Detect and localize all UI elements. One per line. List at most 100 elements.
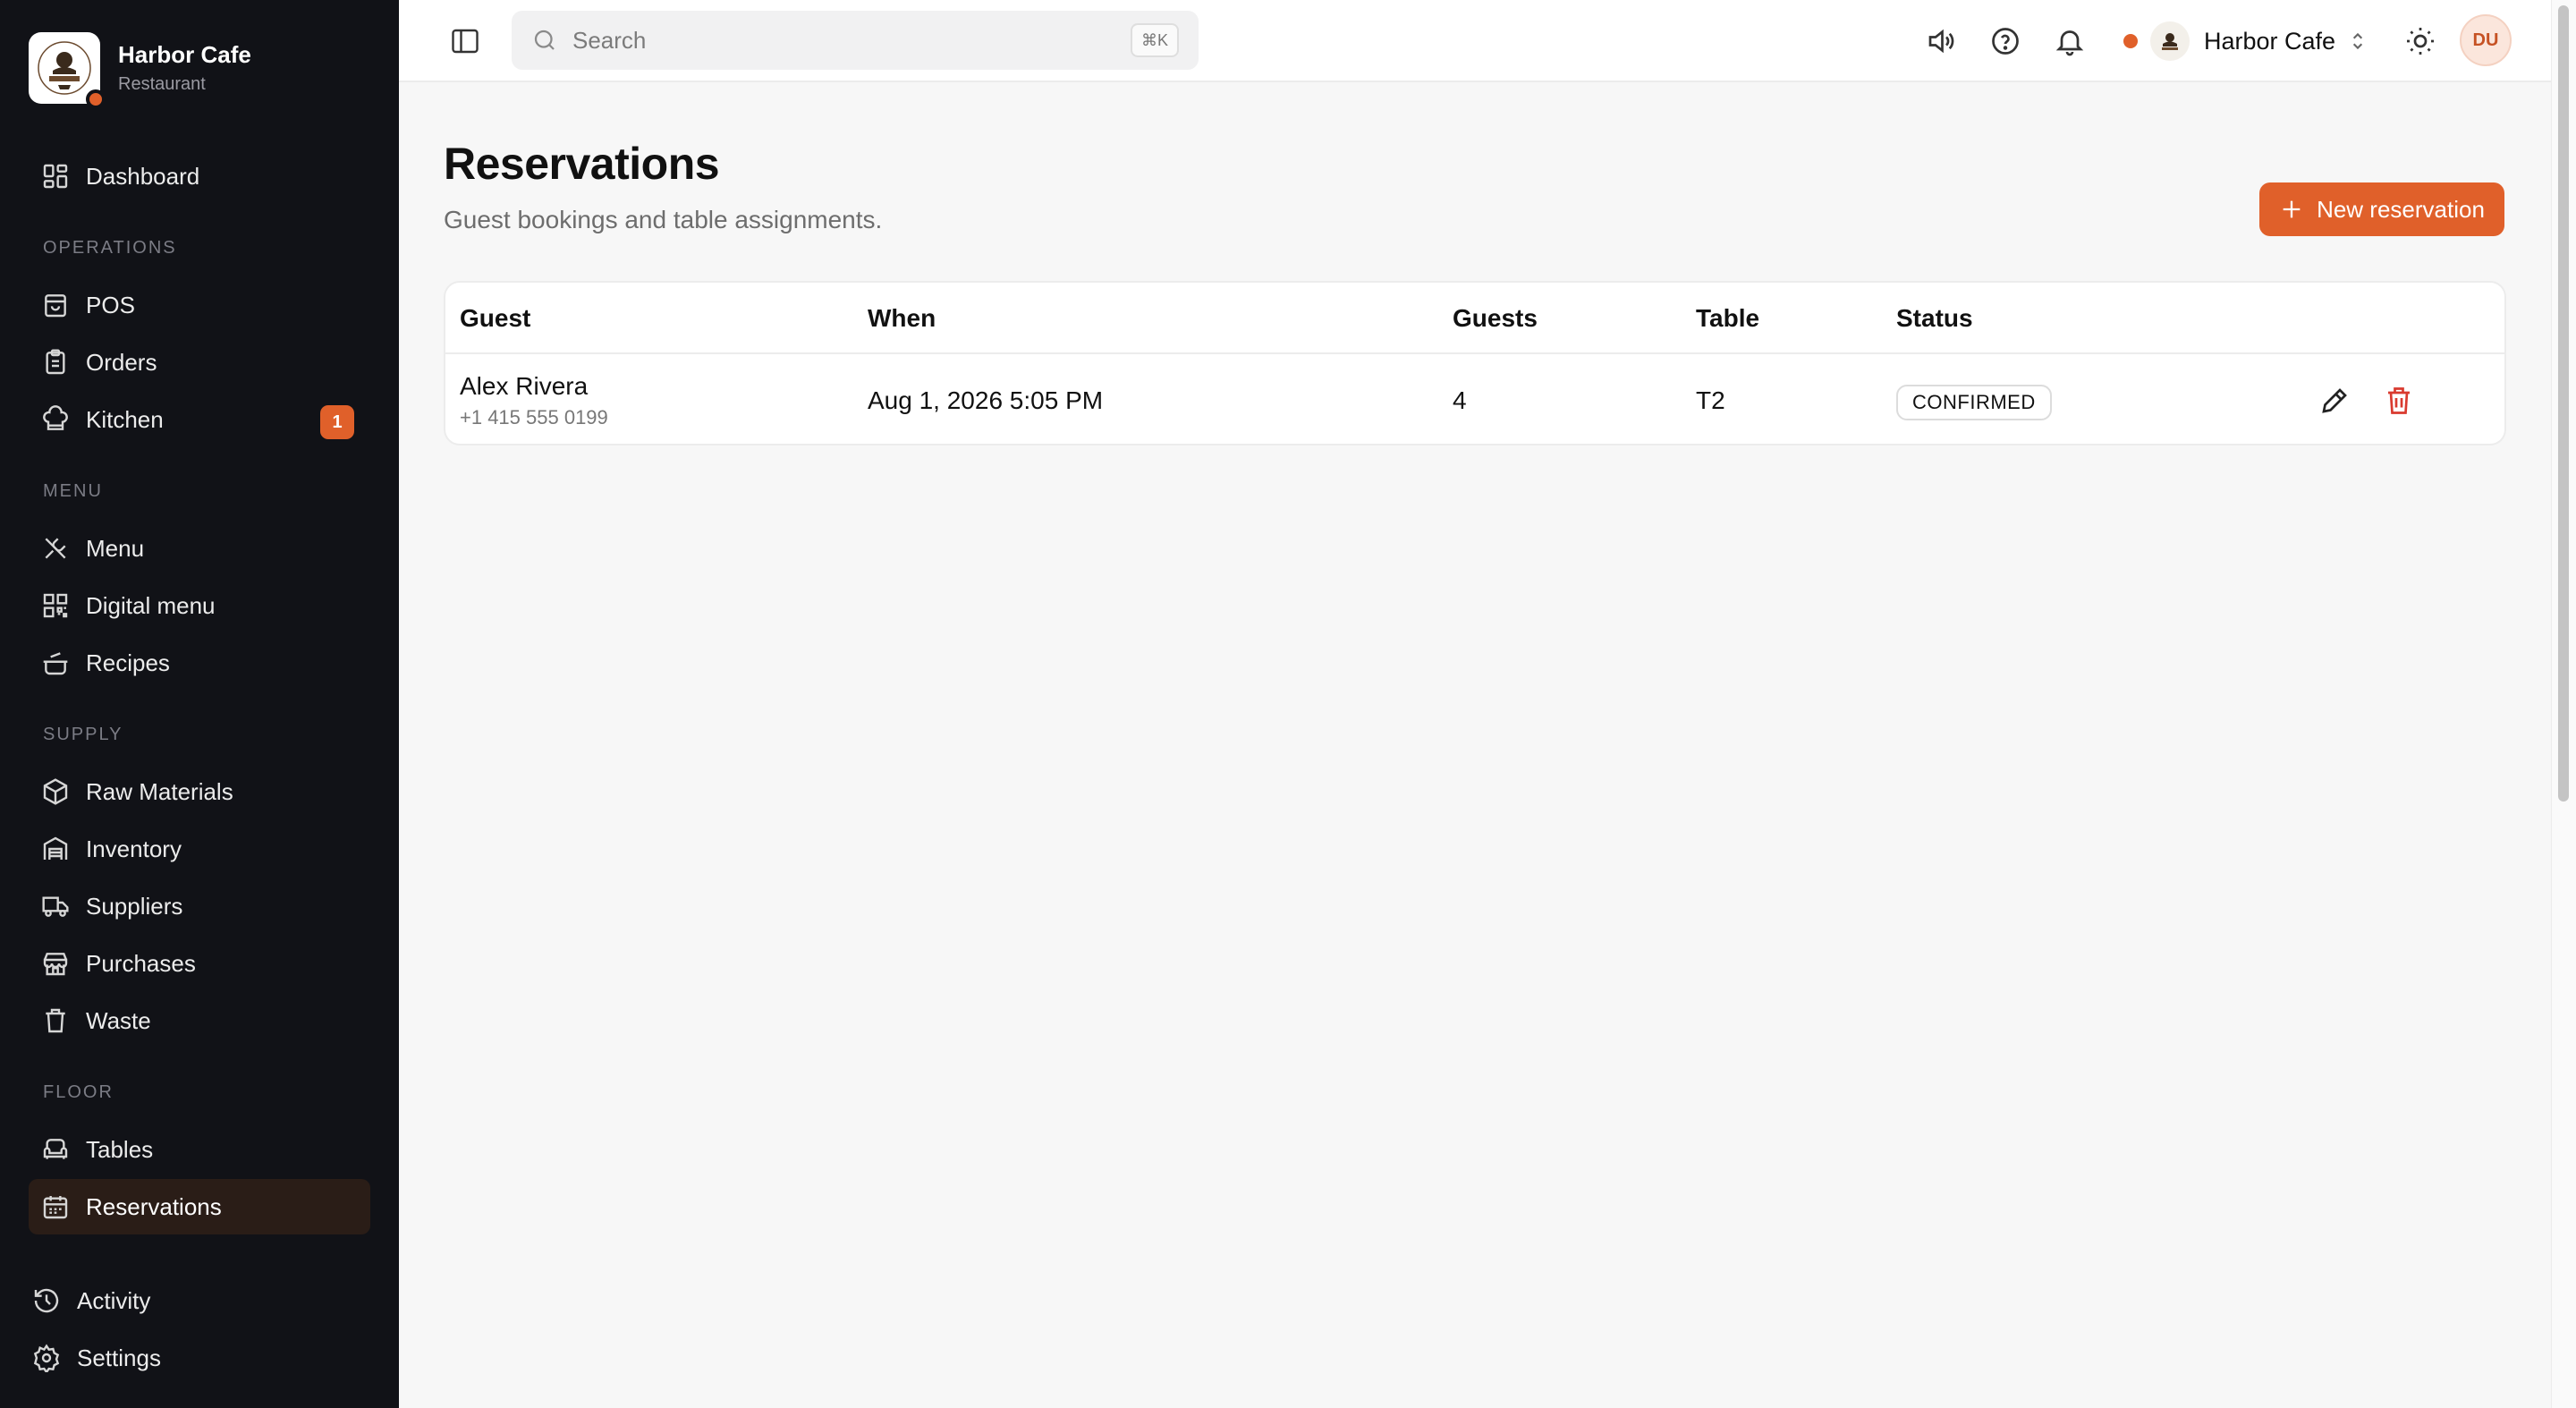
- sidebar-item-label: Suppliers: [86, 892, 183, 920]
- sidebar-item-reservations[interactable]: Reservations: [29, 1179, 370, 1234]
- search-shortcut: ⌘K: [1130, 23, 1179, 57]
- scrollbar-thumb[interactable]: [2558, 5, 2569, 802]
- guest-count: 4: [1453, 386, 1467, 414]
- user-avatar[interactable]: DU: [2460, 14, 2512, 66]
- sidebar-item-menu[interactable]: Menu: [29, 521, 370, 576]
- delete-trash-icon[interactable]: [2383, 385, 2415, 417]
- edit-pencil-icon[interactable]: [2318, 385, 2351, 417]
- trash-icon: [46, 1008, 65, 1033]
- warehouse-icon: [43, 836, 68, 860]
- sidebar-item-label: Recipes: [86, 649, 170, 676]
- store-logo: [2150, 21, 2190, 61]
- brand-name: Harbor Cafe: [118, 40, 251, 68]
- scrollbar[interactable]: [2551, 0, 2576, 1408]
- plus-icon: [2283, 200, 2301, 218]
- reservation-time: Aug 1, 2026 5:05 PM: [868, 386, 1104, 414]
- table-id: T2: [1696, 386, 1725, 414]
- store-status-dot: [2123, 34, 2138, 48]
- sun-icon[interactable]: [2404, 25, 2436, 57]
- package-icon: [43, 778, 68, 805]
- store-switcher[interactable]: Harbor Cafe: [2123, 18, 2369, 64]
- brand-logo: [29, 32, 106, 109]
- column-header-table: Table: [1696, 304, 1760, 332]
- brand-switcher[interactable]: Harbor Cafe Restaurant: [29, 32, 251, 109]
- top-bar: ⌘K Harbor Cafe DU: [399, 0, 2551, 82]
- sidebar-item-digital-menu[interactable]: Digital menu: [29, 578, 370, 633]
- harbor-logo-icon: [2162, 33, 2178, 50]
- speaker-icon[interactable]: [1925, 25, 1957, 57]
- sidebar-item-label: Menu: [86, 534, 145, 562]
- sidebar-item-label: Activity: [77, 1286, 151, 1314]
- dashboard-icon: [43, 164, 68, 189]
- calendar-icon: [43, 1196, 68, 1219]
- history-icon: [34, 1288, 59, 1313]
- sidebar-item-label: Waste: [86, 1006, 151, 1034]
- table-header: Guest When Guests Table Status: [445, 283, 2504, 354]
- guest-phone: +1 415 555 0199: [460, 406, 608, 428]
- sidebar-item-label: Digital menu: [86, 591, 216, 619]
- status-dot: [86, 89, 106, 109]
- help-icon[interactable]: [1989, 25, 2021, 57]
- sidebar-item-raw-materials[interactable]: Raw Materials: [29, 764, 370, 819]
- sidebar-item-pos[interactable]: POS: [29, 277, 370, 333]
- bell-icon[interactable]: [2054, 25, 2086, 57]
- clipboard-icon: [46, 349, 65, 375]
- sidebar-item-label: Kitchen: [86, 405, 164, 433]
- cooking-pot-icon: [43, 652, 68, 675]
- column-header-guests: Guests: [1453, 304, 1538, 332]
- sidebar-item-label: Dashboard: [86, 162, 200, 190]
- search-input[interactable]: [572, 26, 1073, 55]
- sidebar-item-kitchen[interactable]: Kitchen 1: [29, 392, 370, 447]
- column-header-guest: Guest: [460, 304, 531, 332]
- chef-hat-icon: [43, 405, 68, 430]
- store-icon: [43, 953, 68, 976]
- sidebar-item-label: POS: [86, 291, 135, 318]
- sidebar-item-recipes[interactable]: Recipes: [29, 635, 370, 691]
- page-subtitle: Guest bookings and table assignments.: [444, 206, 883, 233]
- sidebar: Harbor Cafe Restaurant Dashboard OPERATI…: [0, 0, 399, 1408]
- sidebar-item-label: Raw Materials: [86, 777, 233, 805]
- section-label-menu: MENU: [43, 481, 103, 501]
- shopping-bag-icon: [45, 294, 66, 318]
- utensils-crossed-icon: [45, 538, 66, 559]
- column-header-status: Status: [1896, 304, 1973, 332]
- status-badge: CONFIRMED: [1896, 385, 2052, 420]
- sidebar-item-inventory[interactable]: Inventory: [29, 821, 370, 877]
- sidebar-item-waste[interactable]: Waste: [29, 993, 370, 1048]
- chevron-up-down-icon: [2352, 32, 2363, 50]
- sofa-icon: [43, 1139, 68, 1159]
- sidebar-toggle-icon[interactable]: [449, 25, 481, 57]
- sidebar-item-label: Tables: [86, 1135, 154, 1163]
- sidebar-item-tables[interactable]: Tables: [29, 1122, 370, 1177]
- table-row[interactable]: Alex Rivera +1 415 555 0199 Aug 1, 2026 …: [445, 354, 2504, 444]
- sidebar-item-activity[interactable]: Activity: [20, 1273, 361, 1328]
- new-reservation-button[interactable]: New reservation: [2259, 182, 2504, 236]
- harbor-logo-icon: [38, 41, 91, 95]
- sidebar-item-label: Settings: [77, 1344, 161, 1371]
- guest-name: Alex Rivera: [460, 372, 589, 400]
- section-label-supply: SUPPLY: [43, 725, 123, 744]
- sidebar-item-purchases[interactable]: Purchases: [29, 936, 370, 991]
- kitchen-count-badge: 1: [320, 405, 354, 439]
- sidebar-item-label: Purchases: [86, 949, 196, 977]
- sidebar-item-settings[interactable]: Settings: [20, 1330, 361, 1386]
- sidebar-item-label: Orders: [86, 348, 157, 376]
- sidebar-item-dashboard[interactable]: Dashboard: [29, 148, 370, 204]
- sidebar-item-label: Inventory: [86, 835, 182, 862]
- section-label-floor: FLOOR: [43, 1082, 114, 1102]
- reservations-table: Guest When Guests Table Status Alex Rive…: [444, 281, 2506, 445]
- qr-code-icon: [43, 593, 68, 618]
- search-bar[interactable]: ⌘K: [512, 11, 1199, 70]
- new-reservation-label: New reservation: [2317, 195, 2485, 223]
- sidebar-item-label: Reservations: [86, 1192, 222, 1220]
- truck-icon: [42, 896, 69, 917]
- sidebar-item-suppliers[interactable]: Suppliers: [29, 878, 370, 934]
- section-label-operations: OPERATIONS: [43, 238, 177, 258]
- page-title: Reservations: [444, 139, 720, 189]
- sidebar-item-orders[interactable]: Orders: [29, 335, 370, 390]
- gear-icon: [33, 1344, 60, 1372]
- store-name: Harbor Cafe: [2204, 27, 2336, 55]
- brand-subtitle: Restaurant: [118, 74, 206, 95]
- column-header-when: When: [868, 304, 936, 332]
- search-icon: [534, 30, 555, 50]
